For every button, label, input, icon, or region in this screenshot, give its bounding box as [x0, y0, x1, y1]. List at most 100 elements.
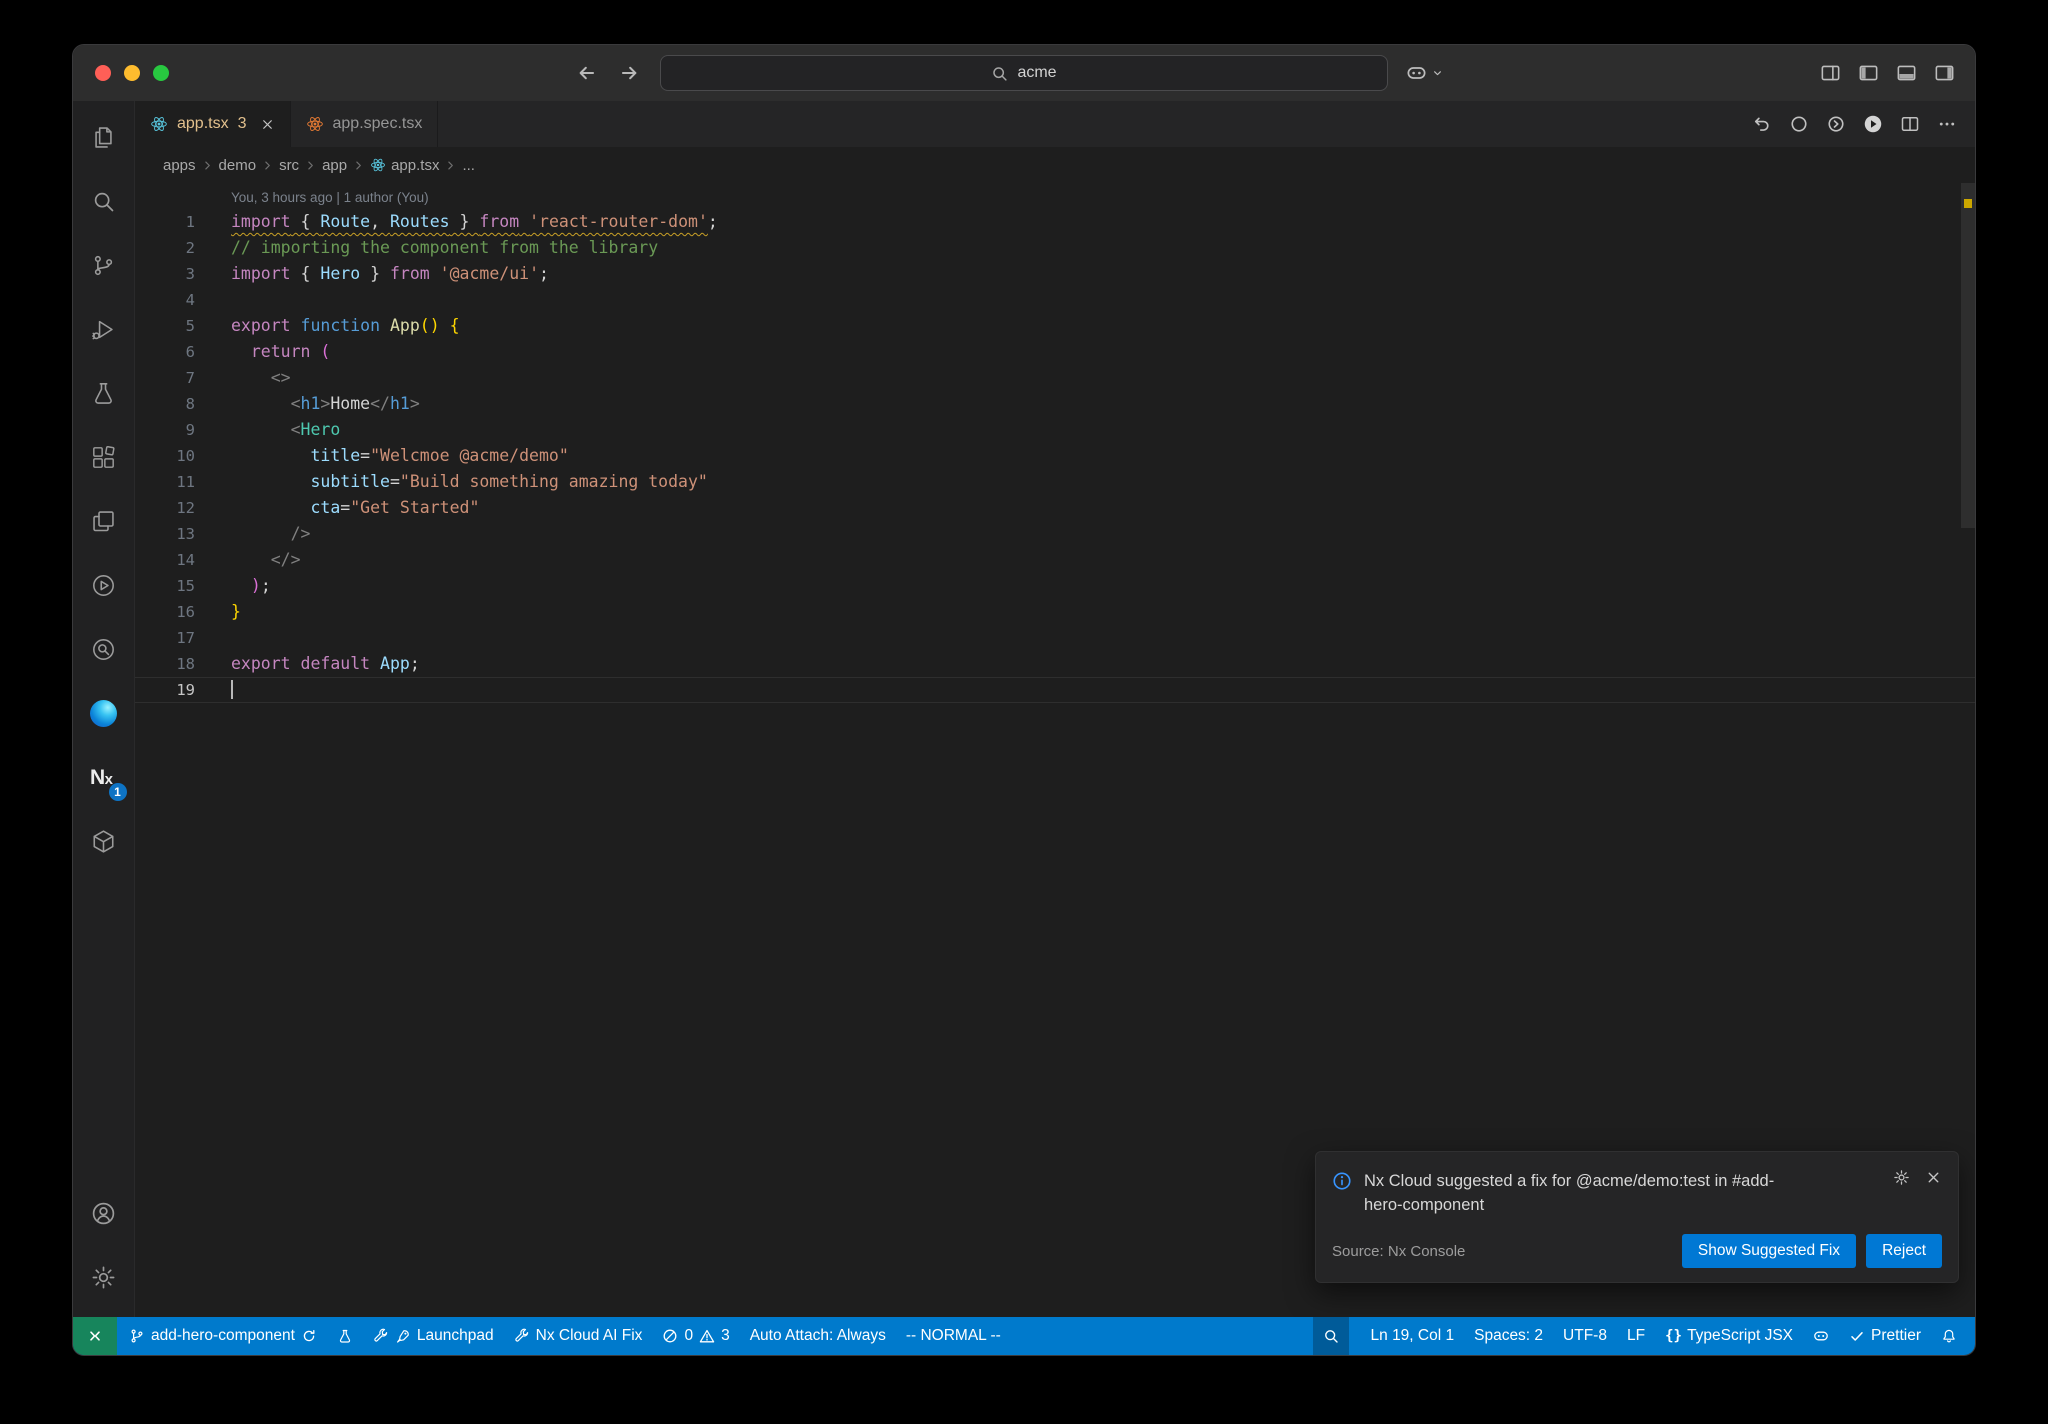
toggle-sidebar-icon[interactable]	[1858, 63, 1879, 84]
status-git-branch[interactable]: add-hero-component	[119, 1317, 327, 1355]
activity-item-nx[interactable]: Nx 1	[73, 745, 135, 809]
activity-item-explorer[interactable]	[73, 105, 135, 169]
activity-item-code-search[interactable]	[73, 617, 135, 681]
line-number: 1	[185, 213, 195, 231]
notification-close-icon[interactable]	[1925, 1169, 1942, 1186]
code-line-9[interactable]: 9 <Hero	[135, 417, 1975, 443]
activity-item-search[interactable]	[73, 169, 135, 233]
status-launchpad[interactable]: Launchpad	[363, 1317, 504, 1355]
status-indentation[interactable]: Spaces: 2	[1464, 1317, 1553, 1355]
status-formatter-prettier[interactable]: Prettier	[1839, 1317, 1931, 1355]
status-auto-attach[interactable]: Auto Attach: Always	[740, 1317, 896, 1355]
code-line-14[interactable]: 14 </>	[135, 547, 1975, 573]
notification-settings-icon[interactable]	[1893, 1169, 1910, 1186]
code-line-1[interactable]: 1 import { Route, Routes } from 'react-ro…	[135, 209, 1975, 235]
code-search-icon	[90, 636, 117, 663]
run-next-icon[interactable]	[1826, 114, 1846, 134]
search-icon	[991, 65, 1008, 82]
code-line-5[interactable]: 5 export function App() {	[135, 313, 1975, 339]
activity-item-nx-console[interactable]	[73, 553, 135, 617]
status-remote-indicator[interactable]	[73, 1317, 117, 1355]
activity-item-edge-browser[interactable]	[73, 681, 135, 745]
braces-icon: {}	[1665, 1328, 1682, 1344]
activity-item-run-and-debug[interactable]	[73, 297, 135, 361]
tab-label: app.tsx	[177, 115, 229, 132]
breadcrumb-item-demo[interactable]: demo	[219, 157, 257, 174]
code-line-10[interactable]: 10 title="Welcmoe @acme/demo"	[135, 443, 1975, 469]
activity-item-accounts[interactable]	[73, 1181, 135, 1245]
command-center[interactable]: acme	[660, 55, 1388, 91]
status-nx-cloud-ai-fix[interactable]: Nx Cloud AI Fix	[504, 1317, 653, 1355]
status-label: -- NORMAL --	[905, 1327, 1001, 1344]
activity-badge: 1	[108, 783, 127, 801]
status-copilot-status[interactable]	[1803, 1317, 1839, 1355]
breadcrumb-separator-icon	[444, 159, 457, 172]
status-notifications-bell[interactable]	[1931, 1317, 1967, 1355]
line-content: // importing the component from the libr…	[231, 238, 659, 257]
back-icon[interactable]	[576, 63, 597, 84]
code-line-17[interactable]: 17	[135, 625, 1975, 651]
activity-item-extensions[interactable]	[73, 425, 135, 489]
code-line-12[interactable]: 12 cta="Get Started"	[135, 495, 1975, 521]
code-line-8[interactable]: 8 <h1>Home</h1>	[135, 391, 1975, 417]
forward-icon[interactable]	[619, 63, 640, 84]
line-content: }	[231, 602, 241, 621]
code-line-7[interactable]: 7 <>	[135, 365, 1975, 391]
editor[interactable]: You, 3 hours ago | 1 author (You) 1 impor…	[135, 183, 1975, 1317]
activity-item-settings[interactable]	[73, 1245, 135, 1309]
code-line-4[interactable]: 4	[135, 287, 1975, 313]
maximize-window-button[interactable]	[153, 65, 169, 81]
status-eol-sequence[interactable]: LF	[1617, 1317, 1655, 1355]
line-content: <h1>Home</h1>	[290, 394, 420, 413]
code-line-2[interactable]: 2 // importing the component from the lib…	[135, 235, 1975, 261]
accounts-icon	[90, 1200, 117, 1227]
customize-layout-icon[interactable]	[1820, 63, 1841, 84]
code-line-19[interactable]: 19	[135, 677, 1975, 703]
breadcrumb-item-apps[interactable]: apps	[163, 157, 196, 174]
activity-item-source-control[interactable]	[73, 233, 135, 297]
code-line-13[interactable]: 13 />	[135, 521, 1975, 547]
toggle-panel-icon[interactable]	[1896, 63, 1917, 84]
status-vim-mode[interactable]: -- NORMAL --	[896, 1317, 1011, 1355]
more-actions-icon[interactable]	[1937, 114, 1957, 134]
code-line-6[interactable]: 6 return (	[135, 339, 1975, 365]
breadcrumb-item-app[interactable]: app	[322, 157, 347, 174]
status-label: Ln 19, Col 1	[1370, 1327, 1455, 1344]
status-language-mode[interactable]: {} TypeScript JSX	[1655, 1317, 1803, 1355]
activity-item-remote-explorer[interactable]	[73, 489, 135, 553]
tab-app.tsx[interactable]: app.tsx 3	[135, 101, 291, 147]
status-test-status[interactable]	[327, 1317, 363, 1355]
breadcrumb-item-app.tsx[interactable]: app.tsx	[370, 157, 439, 174]
activity-item-testing[interactable]	[73, 361, 135, 425]
code-line-3[interactable]: 3 import { Hero } from '@acme/ui';	[135, 261, 1975, 287]
open-changes-icon[interactable]	[1752, 114, 1772, 134]
copilot-menu[interactable]	[1406, 63, 1444, 84]
close-tab-icon[interactable]	[260, 117, 275, 132]
breadcrumb-item-src[interactable]: src	[279, 157, 299, 174]
code-line-15[interactable]: 15 );	[135, 573, 1975, 599]
activity-bar: Nx 1	[73, 101, 135, 1317]
status-problems[interactable]: 03	[652, 1317, 739, 1355]
settings-icon	[90, 1264, 117, 1291]
code-line-18[interactable]: 18 export default App;	[135, 651, 1975, 677]
split-editor-icon[interactable]	[1900, 114, 1920, 134]
show-suggested-fix-button[interactable]: Show Suggested Fix	[1681, 1234, 1857, 1268]
tab-app.spec.tsx[interactable]: app.spec.tsx	[290, 101, 439, 147]
toggle-secondary-sidebar-icon[interactable]	[1934, 63, 1955, 84]
activity-item-dependencies[interactable]	[73, 809, 135, 873]
code-line-11[interactable]: 11 subtitle="Build something amazing tod…	[135, 469, 1975, 495]
code-line-16[interactable]: 16}	[135, 599, 1975, 625]
scrollbar[interactable]	[1961, 183, 1975, 528]
remote-explorer-icon	[90, 508, 117, 535]
reject-button[interactable]: Reject	[1866, 1234, 1942, 1268]
run-file-icon[interactable]	[1863, 114, 1883, 134]
status-cursor-position[interactable]: Ln 19, Col 1	[1361, 1317, 1465, 1355]
run-status-icon[interactable]	[1789, 114, 1809, 134]
breadcrumb-item-...[interactable]: ...	[462, 157, 475, 174]
window-controls	[95, 65, 169, 81]
close-window-button[interactable]	[95, 65, 111, 81]
status-encoding[interactable]: UTF-8	[1553, 1317, 1617, 1355]
minimize-window-button[interactable]	[124, 65, 140, 81]
copilot-icon	[1813, 1328, 1829, 1344]
status-zoom-indicator[interactable]	[1312, 1317, 1349, 1355]
